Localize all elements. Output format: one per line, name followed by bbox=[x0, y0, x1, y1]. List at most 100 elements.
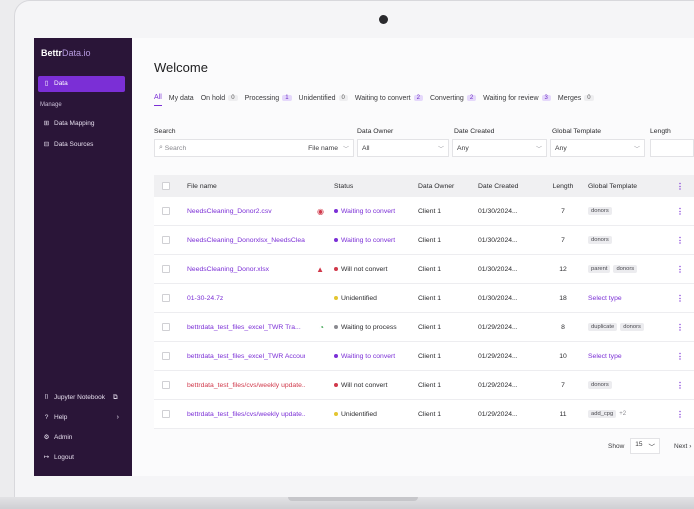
status-text: Waiting to convert bbox=[341, 236, 396, 244]
file-name-link[interactable]: bettrdata_test_files_excel_TWR Tra... bbox=[187, 324, 305, 331]
file-name-link[interactable]: NeedsCleaning_Donor2.csv bbox=[187, 208, 305, 215]
header-file-name[interactable]: File name bbox=[180, 183, 328, 190]
chevron-down-icon: ﹀ bbox=[633, 146, 640, 153]
row-menu-icon[interactable]: ⋮ bbox=[670, 265, 690, 274]
sidebar-item-admin[interactable]: ⚙ Admin bbox=[38, 430, 125, 446]
status-dot bbox=[334, 296, 338, 300]
file-name-link[interactable]: 01-30-24.7z bbox=[187, 295, 305, 302]
tab-on-hold[interactable]: On hold 0 bbox=[201, 94, 238, 106]
status-text: Unidentified bbox=[341, 294, 377, 302]
logo: BettrData.io bbox=[41, 48, 91, 58]
file-name-link[interactable]: NeedsCleaning_Donor.xlsx bbox=[187, 266, 305, 273]
file-name-link[interactable]: bettrdata_test_files/cvs/weekly update..… bbox=[187, 411, 305, 418]
tab-merges[interactable]: Merges 0 bbox=[558, 94, 594, 106]
tab-waiting-for-review[interactable]: Waiting for review 3 bbox=[483, 94, 551, 106]
select-type-link[interactable]: Select type bbox=[588, 295, 622, 302]
owner-cell: Client 1 bbox=[418, 207, 442, 215]
next-page-button[interactable]: Next › bbox=[674, 443, 691, 450]
table-row[interactable]: bettrdata_test_files_excel_TWR Tra... ◔ Wa… bbox=[154, 313, 694, 342]
owner-cell: Client 1 bbox=[418, 294, 442, 302]
table-row[interactable]: bettrdata_test_files/cvs/weekly update..… bbox=[154, 371, 694, 400]
more-tags-count[interactable]: +2 bbox=[619, 411, 626, 417]
owner-select[interactable]: All ﹀ bbox=[357, 139, 449, 157]
sidebar-item-help[interactable]: ? Help › bbox=[38, 410, 125, 426]
table-row[interactable]: 01-30-24.7z Unidentified Client 1 01/30/202… bbox=[154, 284, 694, 313]
table-row[interactable]: NeedsCleaning_Donorxlsx_NeedsClean... Wai… bbox=[154, 226, 694, 255]
tab-count-badge: 1 bbox=[282, 95, 292, 101]
status-dot bbox=[334, 267, 338, 271]
tab-my-data[interactable]: My data bbox=[169, 94, 194, 106]
owner-cell: Client 1 bbox=[418, 410, 442, 418]
laptop-notch bbox=[288, 497, 418, 501]
date-select[interactable]: Any ﹀ bbox=[452, 139, 547, 157]
header-date[interactable]: Date Created bbox=[478, 183, 544, 190]
tab-count-badge: 0 bbox=[584, 95, 594, 101]
chevron-down-icon: ﹀ bbox=[342, 146, 349, 153]
search-label: Search bbox=[154, 128, 176, 135]
row-checkbox[interactable] bbox=[162, 294, 170, 302]
row-menu-icon[interactable]: ⋮ bbox=[670, 207, 690, 216]
header-status[interactable]: Status bbox=[328, 183, 418, 190]
length-cell: 11 bbox=[559, 410, 567, 418]
status-text: Waiting to convert bbox=[341, 352, 396, 360]
sidebar-item-logout[interactable]: ↦ Logout bbox=[38, 450, 125, 466]
tab-all[interactable]: All bbox=[154, 94, 162, 106]
tab-label: Waiting to convert bbox=[354, 94, 411, 102]
template-tag: donors bbox=[588, 381, 612, 389]
search-input[interactable]: ⌕ Search File name ﹀ bbox=[154, 139, 354, 157]
row-menu-icon[interactable]: ⋮ bbox=[670, 352, 690, 361]
file-icon: ▯ bbox=[44, 80, 49, 87]
row-checkbox[interactable] bbox=[162, 410, 170, 418]
row-menu-icon[interactable]: ⋮ bbox=[670, 381, 690, 390]
terminal-icon: ⌷ bbox=[44, 394, 49, 401]
table-row[interactable]: bettrdata_test_files_excel_TWR Accoun...… bbox=[154, 342, 694, 371]
sidebar-item-jupyter[interactable]: ⌷ Jupyter Notebook ⧉ bbox=[38, 390, 125, 406]
row-menu-icon[interactable]: ⋮ bbox=[670, 323, 690, 332]
template-select[interactable]: Any ﹀ bbox=[550, 139, 645, 157]
row-menu-icon[interactable]: ⋮ bbox=[670, 294, 690, 303]
sidebar-item-label: Jupyter Notebook bbox=[54, 394, 105, 401]
sidebar-item-data-sources[interactable]: ⊟ Data Sources bbox=[38, 137, 125, 153]
page-size-select[interactable]: 15 ﹀ bbox=[630, 438, 660, 454]
row-checkbox[interactable] bbox=[162, 352, 170, 360]
table-row[interactable]: bettrdata_test_files/cvs/weekly update..… bbox=[154, 400, 694, 429]
row-checkbox[interactable] bbox=[162, 236, 170, 244]
grid-icon: ⊞ bbox=[43, 120, 50, 127]
tab-unidentified[interactable]: Unidentified 0 bbox=[299, 94, 348, 106]
row-checkbox[interactable] bbox=[162, 323, 170, 331]
header-template[interactable]: Global Template bbox=[582, 183, 670, 190]
table-row[interactable]: NeedsCleaning_Donor.xlsx ▲ Will not conver… bbox=[154, 255, 694, 284]
sidebar-item-label: Help bbox=[54, 414, 68, 421]
row-checkbox[interactable] bbox=[162, 381, 170, 389]
table-row[interactable]: NeedsCleaning_Donor2.csv ◉ Waiting to conv… bbox=[154, 197, 694, 226]
date-cell: 01/30/2024... bbox=[478, 294, 518, 302]
sidebar-item-data[interactable]: ▯ Data bbox=[38, 76, 125, 92]
camera-dot bbox=[379, 15, 388, 24]
row-checkbox[interactable] bbox=[162, 265, 170, 273]
tab-converting[interactable]: Converting 2 bbox=[430, 94, 477, 106]
file-name-link[interactable]: NeedsCleaning_Donorxlsx_NeedsClean... bbox=[187, 237, 305, 244]
show-label: Show bbox=[608, 442, 625, 450]
owner-cell: Client 1 bbox=[418, 265, 442, 273]
row-menu-icon[interactable]: ⋮ bbox=[670, 236, 690, 245]
logout-icon: ↦ bbox=[43, 454, 50, 461]
gear-icon: ⚙ bbox=[43, 434, 50, 441]
select-all-checkbox[interactable] bbox=[162, 182, 170, 190]
columns-menu-icon[interactable]: ⋮ bbox=[670, 182, 690, 191]
owner-label: Data Owner bbox=[357, 128, 394, 135]
row-menu-icon[interactable]: ⋮ bbox=[670, 410, 690, 419]
search-scope-select[interactable]: File name bbox=[308, 145, 338, 152]
sidebar-item-data-mapping[interactable]: ⊞ Data Mapping bbox=[38, 116, 125, 132]
chevron-right-icon: › bbox=[116, 414, 119, 421]
file-name-link[interactable]: bettrdata_test_files_excel_TWR Accoun... bbox=[187, 353, 305, 360]
row-checkbox[interactable] bbox=[162, 207, 170, 215]
select-type-link[interactable]: Select type bbox=[588, 353, 622, 360]
length-input[interactable] bbox=[650, 139, 694, 157]
header-owner[interactable]: Data Owner bbox=[418, 183, 478, 190]
tab-waiting-to-convert[interactable]: Waiting to convert 2 bbox=[355, 94, 423, 106]
template-cell: donors bbox=[582, 381, 670, 389]
header-length[interactable]: Length bbox=[544, 183, 582, 190]
tab-processing[interactable]: Processing 1 bbox=[245, 94, 292, 106]
status-text: Will not convert bbox=[341, 381, 388, 389]
file-name-link[interactable]: bettrdata_test_files/cvs/weekly update..… bbox=[187, 382, 305, 389]
